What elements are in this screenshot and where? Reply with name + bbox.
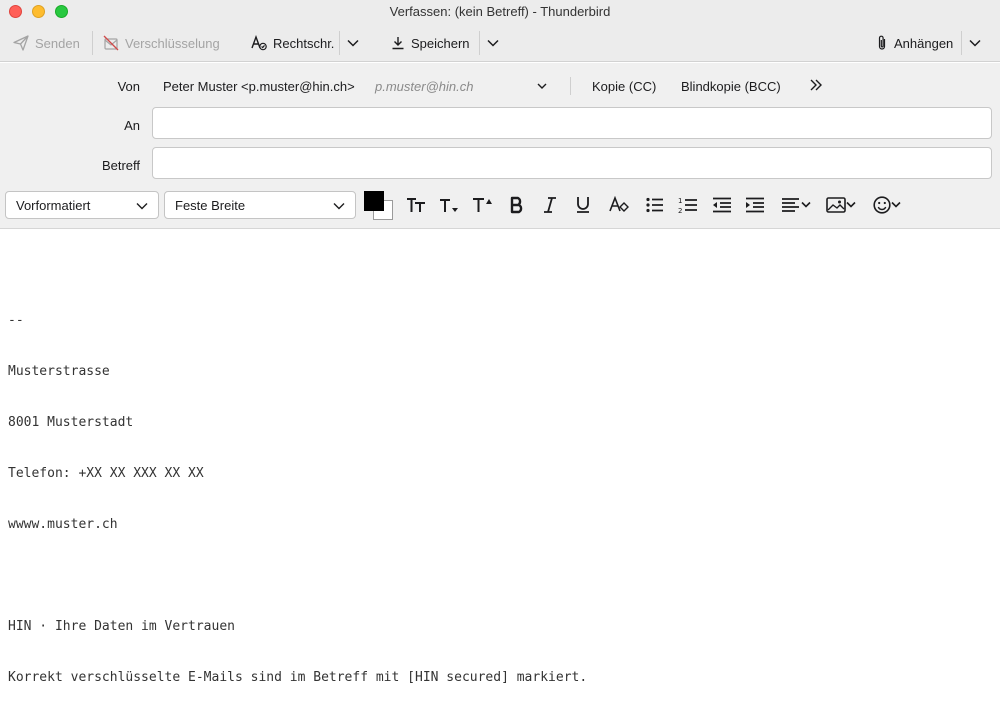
italic-button[interactable] bbox=[540, 193, 560, 217]
clear-formatting-button[interactable] bbox=[607, 193, 631, 217]
svg-text:2: 2 bbox=[678, 207, 682, 214]
signature-line bbox=[8, 567, 587, 584]
font-value: Feste Breite bbox=[175, 198, 246, 213]
compose-toolbar: Senden Verschlüsselung Rechtschr. Speich… bbox=[0, 24, 1000, 62]
signature-line: Musterstrasse bbox=[8, 364, 110, 379]
window-title: Verfassen: (kein Betreff) - Thunderbird bbox=[389, 4, 611, 19]
paragraph-style-value: Vorformatiert bbox=[16, 198, 91, 213]
toolbar-divider bbox=[961, 31, 962, 55]
spelling-menu-button[interactable] bbox=[346, 32, 360, 54]
increase-font-size-button[interactable] bbox=[471, 193, 495, 217]
signature-line: Telefon: +XX XX XXX XX XX bbox=[8, 466, 204, 481]
chevron-down-icon bbox=[347, 39, 359, 47]
font-select[interactable]: Feste Breite bbox=[164, 191, 356, 219]
insert-image-menu-button[interactable] bbox=[823, 193, 859, 217]
save-menu-button[interactable] bbox=[486, 32, 500, 54]
italic-icon bbox=[544, 197, 556, 213]
numbered-list-icon: 12 bbox=[678, 197, 697, 214]
chevron-down-icon bbox=[487, 39, 499, 47]
bold-icon bbox=[510, 196, 523, 214]
from-label: Von bbox=[117, 79, 140, 94]
clear-format-icon bbox=[609, 196, 629, 212]
bcc-button[interactable]: Blindkopie (BCC) bbox=[681, 79, 781, 94]
paperclip-icon bbox=[878, 35, 886, 50]
encryption-button[interactable]: Verschlüsselung bbox=[103, 32, 220, 54]
signature-block: -- Musterstrasse 8001 Musterstadt Telefo… bbox=[8, 278, 587, 720]
spellcheck-icon bbox=[251, 35, 267, 51]
attach-menu-button[interactable] bbox=[968, 32, 982, 54]
chevron-down-icon bbox=[891, 201, 901, 208]
text-smaller-icon bbox=[440, 199, 458, 212]
signature-line: 8001 Musterstadt bbox=[8, 415, 134, 430]
to-label: An bbox=[124, 118, 140, 133]
compose-header: Von Peter Muster <p.muster@hin.ch> p.mus… bbox=[0, 63, 1000, 189]
numbered-list-button[interactable]: 12 bbox=[676, 193, 700, 217]
insert-emoji-menu-button[interactable] bbox=[869, 193, 905, 217]
save-button[interactable]: Speichern bbox=[391, 32, 470, 54]
spelling-button[interactable]: Rechtschr. bbox=[251, 32, 334, 54]
toolbar-divider bbox=[479, 31, 480, 55]
encryption-off-icon bbox=[103, 35, 119, 51]
download-icon bbox=[392, 37, 404, 50]
paragraph-style-select[interactable]: Vorformatiert bbox=[5, 191, 159, 219]
to-field[interactable] bbox=[152, 107, 992, 139]
font-size-reset-button[interactable] bbox=[405, 193, 429, 217]
chevron-down-icon bbox=[969, 39, 981, 47]
attach-button[interactable]: Anhängen bbox=[876, 32, 953, 54]
from-identity-select[interactable]: Peter Muster <p.muster@hin.ch> bbox=[163, 79, 355, 94]
from-address-hint: p.muster@hin.ch bbox=[375, 79, 474, 94]
cc-button[interactable]: Kopie (CC) bbox=[592, 79, 656, 94]
more-recipients-icon[interactable] bbox=[808, 77, 824, 93]
alignment-menu-button[interactable] bbox=[778, 193, 814, 217]
send-icon bbox=[13, 35, 29, 51]
decrease-font-size-button[interactable] bbox=[438, 193, 462, 217]
align-left-icon bbox=[782, 198, 799, 212]
chevron-down-icon bbox=[846, 201, 856, 208]
message-body-editor[interactable]: -- Musterstrasse 8001 Musterstadt Telefo… bbox=[0, 230, 1000, 685]
underline-icon bbox=[577, 197, 589, 213]
save-label: Speichern bbox=[411, 35, 470, 51]
indent-icon bbox=[746, 197, 764, 213]
header-divider bbox=[570, 77, 571, 95]
subject-label: Betreff bbox=[101, 158, 140, 173]
signature-line: wwww.muster.ch bbox=[8, 517, 118, 532]
title-bar: Verfassen: (kein Betreff) - Thunderbird bbox=[0, 0, 1000, 24]
chevron-down-icon bbox=[801, 201, 811, 208]
text-larger-icon bbox=[473, 198, 492, 212]
signature-line: Korrekt verschlüsselte E-Mails sind im B… bbox=[8, 670, 588, 685]
indent-button[interactable] bbox=[743, 193, 767, 217]
formatting-toolbar: Vorformatiert Feste Breite 12 bbox=[0, 189, 1000, 229]
chevron-down-icon bbox=[136, 203, 148, 210]
chevron-down-icon bbox=[333, 203, 345, 210]
text-size-icon bbox=[407, 198, 425, 212]
signature-line: HIN · Ihre Daten im Vertrauen bbox=[8, 619, 235, 634]
bold-button[interactable] bbox=[506, 193, 528, 217]
encryption-label: Verschlüsselung bbox=[125, 35, 220, 51]
attach-label: Anhängen bbox=[894, 35, 954, 51]
bullet-list-icon bbox=[646, 197, 663, 213]
chevron-down-icon[interactable] bbox=[536, 80, 548, 92]
svg-text:1: 1 bbox=[678, 197, 682, 205]
toolbar-divider bbox=[92, 31, 93, 55]
image-icon bbox=[826, 197, 846, 213]
spelling-label: Rechtschr. bbox=[273, 35, 335, 51]
text-color-swatch[interactable] bbox=[364, 191, 384, 211]
signature-line: -- bbox=[8, 313, 24, 328]
outdent-icon bbox=[713, 197, 731, 213]
smiley-icon bbox=[873, 196, 891, 214]
bullet-list-button[interactable] bbox=[643, 193, 667, 217]
subject-field[interactable] bbox=[152, 147, 992, 179]
underline-button[interactable] bbox=[573, 193, 593, 217]
send-label: Senden bbox=[35, 35, 80, 51]
outdent-button[interactable] bbox=[710, 193, 734, 217]
text-color-picker[interactable] bbox=[364, 191, 394, 221]
toolbar-divider bbox=[339, 31, 340, 55]
send-button[interactable]: Senden bbox=[13, 32, 80, 54]
